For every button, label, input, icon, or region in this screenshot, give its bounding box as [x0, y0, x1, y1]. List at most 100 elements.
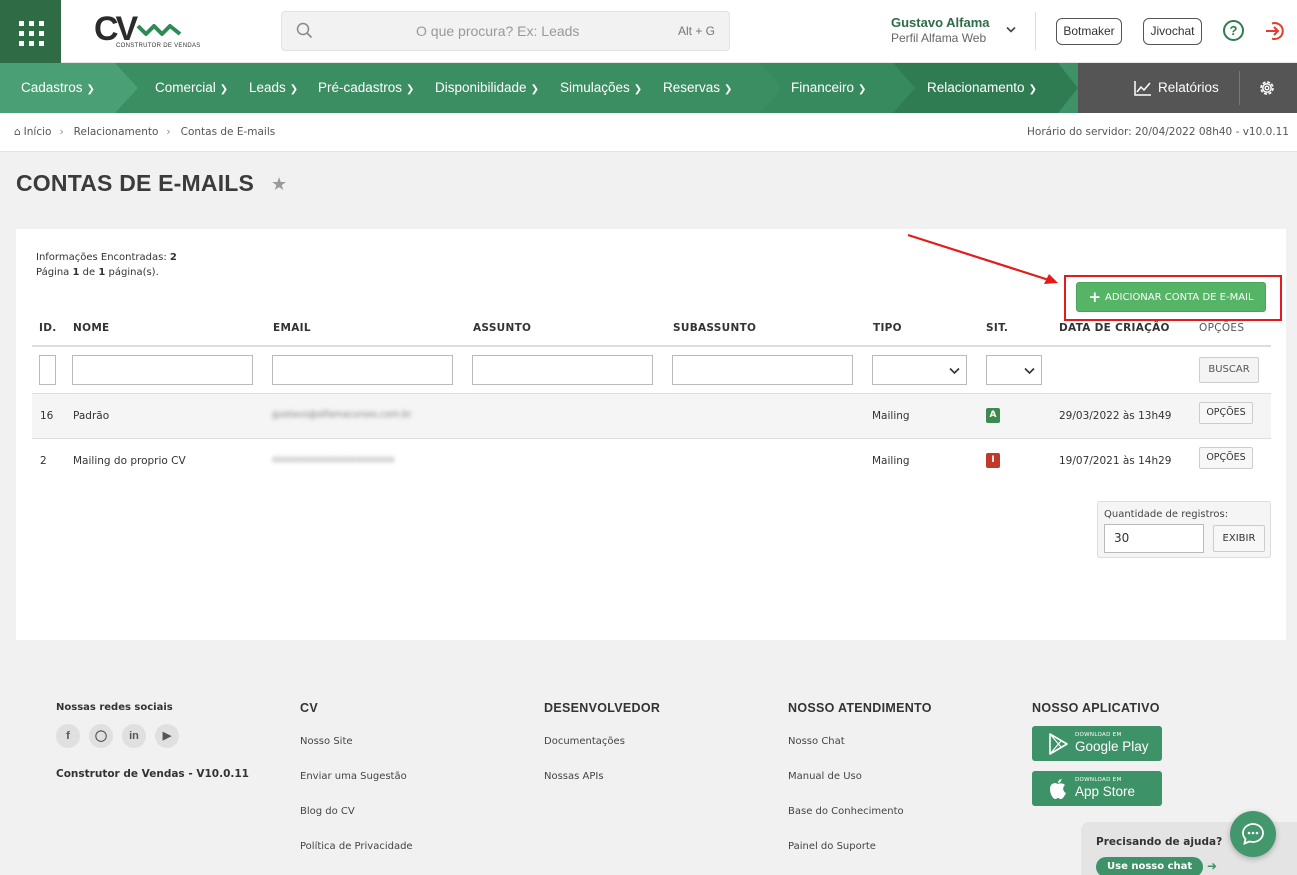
cv-logo[interactable]: CV CONSTRUTOR DE VENDAS: [94, 10, 200, 52]
footer-link[interactable]: Blog do CV: [300, 806, 355, 817]
nav-comercial[interactable]: Comercial ❯: [155, 63, 228, 113]
nav-leads[interactable]: Leads ❯: [249, 63, 298, 113]
logo-subtitle: CONSTRUTOR DE VENDAS: [116, 43, 201, 49]
table-row: 2 Mailing do proprio CV xxxxxxxxxxxxxxxx…: [32, 438, 1271, 483]
store-small-label: DOWNLOAD EM: [1075, 732, 1122, 738]
botmaker-button[interactable]: Botmaker: [1056, 18, 1122, 45]
star-favorite-icon[interactable]: ★: [271, 174, 287, 195]
filter-email-input[interactable]: [272, 355, 453, 385]
chevron-down-icon: ❯: [858, 84, 867, 95]
chevron-down-icon: ❯: [724, 84, 733, 95]
column-header-subassunto[interactable]: SUBASSUNTO: [673, 322, 756, 334]
apps-menu-icon[interactable]: [0, 0, 61, 63]
nav-label: Disponibilidade: [435, 80, 527, 95]
nav-pre-cadastros[interactable]: Pré-cadastros ❯: [318, 63, 414, 113]
footer-link[interactable]: Documentações: [544, 736, 625, 747]
records-label: Quantidade de registros:: [1104, 509, 1229, 520]
facebook-icon[interactable]: f: [56, 724, 80, 748]
apple-icon: [1050, 779, 1066, 799]
filter-assunto-input[interactable]: [472, 355, 653, 385]
column-header-nome[interactable]: NOME: [73, 322, 110, 334]
column-header-data-criacao[interactable]: DATA DE CRIAÇÃO: [1059, 322, 1170, 334]
nav-simulacoes[interactable]: Simulações ❯: [560, 63, 642, 113]
column-header-assunto[interactable]: ASSUNTO: [473, 322, 531, 334]
show-button[interactable]: EXIBIR: [1213, 525, 1265, 552]
row-options-button[interactable]: OPÇÕES: [1199, 402, 1253, 424]
nav-relatorios[interactable]: Relatórios: [1134, 63, 1219, 113]
help-icon[interactable]: ?: [1223, 20, 1244, 41]
filter-nome-input[interactable]: [72, 355, 253, 385]
records-input[interactable]: 30: [1104, 524, 1204, 553]
search-placeholder: O que procura? Ex: Leads: [416, 23, 580, 39]
app-version: Construtor de Vendas - V10.0.11: [56, 768, 249, 780]
breadcrumb-home[interactable]: Início: [24, 126, 52, 138]
nav-label: Reservas: [663, 80, 721, 95]
search-button[interactable]: BUSCAR: [1199, 357, 1259, 383]
app-store-button[interactable]: DOWNLOAD EM App Store: [1032, 771, 1162, 806]
page-suffix: página(s).: [108, 267, 159, 278]
use-chat-button[interactable]: Use nosso chat: [1096, 857, 1204, 875]
column-header-opcoes: OPÇÕES: [1199, 322, 1245, 334]
footer-link[interactable]: Enviar uma Sugestão: [300, 771, 407, 782]
instagram-icon[interactable]: ◯: [89, 724, 113, 748]
annotation-arrow: [907, 233, 1058, 284]
logout-icon[interactable]: [1264, 20, 1286, 42]
footer-link[interactable]: Painel do Suporte: [788, 841, 876, 852]
filter-subassunto-input[interactable]: [672, 355, 853, 385]
divider: [1239, 71, 1240, 105]
footer-link[interactable]: Nosso Site: [300, 736, 353, 747]
cell-email: gustavo@alfamacursos.com.br: [272, 410, 412, 420]
cell-tipo: Mailing: [872, 410, 910, 422]
nav-cadastros[interactable]: Cadastros ❯: [21, 63, 95, 113]
nav-label: Pré-cadastros: [318, 80, 403, 95]
column-header-email[interactable]: EMAIL: [273, 322, 311, 334]
footer-link[interactable]: Manual de Uso: [788, 771, 862, 782]
arrow-right-icon: ➜: [1207, 859, 1218, 873]
footer-link[interactable]: Base do Conhecimento: [788, 806, 904, 817]
cell-email: xxxxxxxxxxxxxxxxxxxxxxx: [272, 455, 395, 465]
page-of: de: [82, 267, 96, 278]
nav-relacionamento[interactable]: Relacionamento ❯: [927, 63, 1037, 113]
page-prefix: Página: [36, 267, 70, 278]
linkedin-icon[interactable]: in: [122, 724, 146, 748]
nav-label: Leads: [249, 80, 286, 95]
page-total: 1: [98, 267, 106, 278]
plus-icon: +: [1088, 288, 1102, 306]
user-menu[interactable]: Gustavo Alfama Perfil Alfama Web: [891, 15, 990, 45]
cell-id: 2: [40, 455, 47, 467]
records-per-page: Quantidade de registros: 30 EXIBIR: [1097, 501, 1271, 558]
filter-sit-select[interactable]: [986, 355, 1042, 385]
breadcrumb-relacionamento[interactable]: Relacionamento: [74, 126, 159, 138]
breadcrumb-current: Contas de E-mails: [180, 126, 276, 138]
cell-tipo: Mailing: [872, 455, 910, 467]
nav-label: Comercial: [155, 80, 216, 95]
nav-reservas[interactable]: Reservas ❯: [663, 63, 732, 113]
filter-tipo-select[interactable]: [872, 355, 967, 385]
gear-icon[interactable]: [1258, 79, 1276, 97]
chat-bubble-icon: [1242, 823, 1264, 845]
footer-link[interactable]: Nossas APIs: [544, 771, 604, 782]
found-label: Informações Encontradas:: [36, 252, 167, 263]
google-play-button[interactable]: DOWNLOAD EM Google Play: [1032, 726, 1162, 761]
add-email-account-button[interactable]: + ADICIONAR CONTA DE E-MAIL: [1076, 282, 1266, 312]
youtube-icon[interactable]: ▶: [155, 724, 179, 748]
chat-bubble-button[interactable]: [1230, 811, 1276, 857]
footer-link[interactable]: Nosso Chat: [788, 736, 845, 747]
filter-id-input[interactable]: [39, 355, 56, 385]
social-title: Nossas redes sociais: [56, 702, 173, 713]
nav-financeiro[interactable]: Financeiro ❯: [791, 63, 866, 113]
chevron-down-icon[interactable]: [1005, 26, 1017, 34]
row-options-button[interactable]: OPÇÕES: [1199, 447, 1253, 469]
google-play-icon: [1049, 733, 1068, 755]
chevron-down-icon: ❯: [406, 84, 415, 95]
footer-link[interactable]: Política de Privacidade: [300, 841, 413, 852]
cell-nome: Padrão: [73, 410, 110, 422]
jivochat-button[interactable]: Jivochat: [1143, 18, 1202, 45]
column-header-id[interactable]: ID.: [39, 322, 57, 334]
breadcrumb-bar: ⌂ Início › Relacionamento › Contas de E-mails…: [0, 113, 1297, 152]
column-header-tipo[interactable]: TIPO: [873, 322, 902, 334]
column-header-sit[interactable]: SIT.: [986, 322, 1008, 334]
nav-disponibilidade[interactable]: Disponibilidade ❯: [435, 63, 539, 113]
page-title: CONTAS DE E-MAILS: [16, 170, 255, 196]
global-search[interactable]: O que procura? Ex: Leads Alt + G: [281, 11, 730, 51]
